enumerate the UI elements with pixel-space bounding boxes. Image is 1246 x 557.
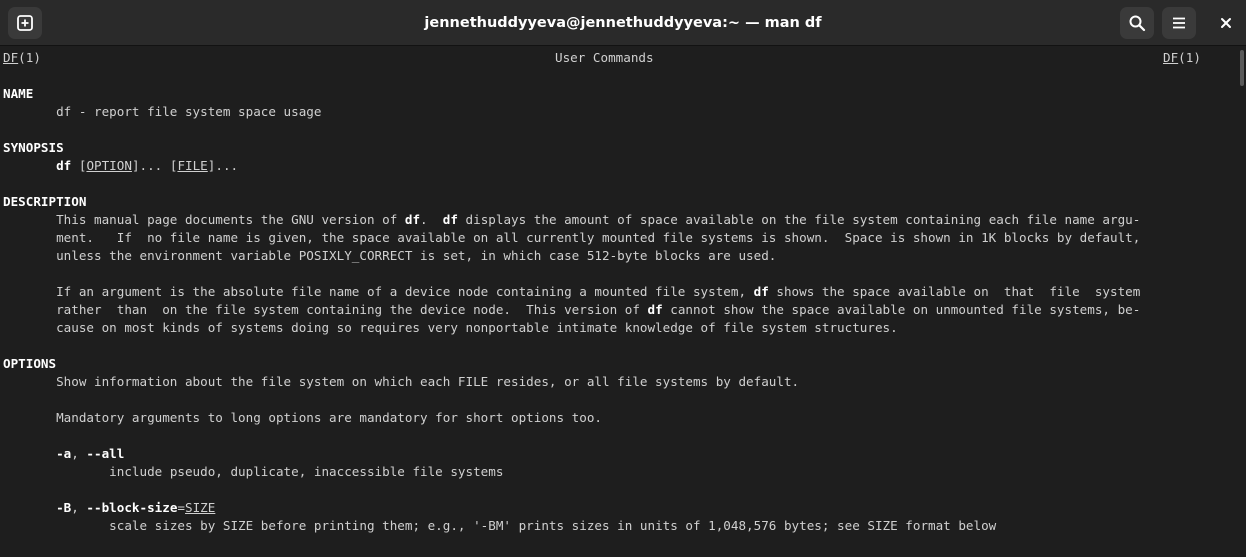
hamburger-menu-icon <box>1173 17 1185 29</box>
option-all-long: --all <box>86 446 125 461</box>
option-block-size-line: -B, --block-size=SIZE <box>3 499 1236 517</box>
option-all-short: -a <box>56 446 72 461</box>
description-command: df <box>753 284 769 299</box>
description-text: If an argument is the absolute file name… <box>56 284 754 299</box>
option-block-size-description: scale sizes by SIZE before printing them… <box>109 518 997 533</box>
description-text: . <box>420 212 443 227</box>
description-text: rather than on the file system containin… <box>56 302 648 317</box>
man-header-left-name: DF <box>3 50 19 65</box>
man-header-left-section: (1) <box>18 50 41 65</box>
description-line: If an argument is the absolute file name… <box>3 283 1236 301</box>
synopsis-option: OPTION <box>86 158 132 173</box>
options-mandatory-text: Mandatory arguments to long options are … <box>56 410 602 425</box>
description-text: shows the space available on that file s… <box>768 284 1141 299</box>
description-line: cause on most kinds of systems doing so … <box>3 319 1236 337</box>
section-heading-synopsis: SYNOPSIS <box>3 139 1236 157</box>
description-text: cannot show the space available on unmou… <box>662 302 1141 317</box>
man-header-line: DF(1) User Commands DF(1) <box>3 49 1236 67</box>
header-bar: jennethuddyyeva@jennethuddyyeva:~ — man … <box>0 0 1246 46</box>
man-header-center: User Commands <box>555 50 654 65</box>
name-line: df - report file system space usage <box>3 103 1236 121</box>
menu-button[interactable] <box>1162 7 1196 39</box>
option-all-line: -a, --all <box>3 445 1236 463</box>
description-text: cause on most kinds of systems doing so … <box>56 320 898 335</box>
options-intro-line: Show information about the file system o… <box>3 373 1236 391</box>
name-text: df - report file system space usage <box>56 104 322 119</box>
option-separator: , <box>71 500 87 515</box>
synopsis-bracket-close: ]... [ <box>131 158 178 173</box>
man-header-right: DF(1) <box>1163 49 1201 67</box>
name-heading: NAME <box>3 86 34 101</box>
man-header-right-section: (1) <box>1178 50 1201 65</box>
search-icon <box>1129 15 1146 32</box>
description-text: unless the environment variable POSIXLY_… <box>56 248 777 263</box>
section-heading-description: DESCRIPTION <box>3 193 1236 211</box>
man-header-right-name: DF <box>1163 50 1179 65</box>
scrollbar[interactable] <box>1236 46 1246 557</box>
close-button[interactable] <box>1212 7 1240 39</box>
scrollbar-thumb[interactable] <box>1240 50 1244 86</box>
description-command: df <box>404 212 421 227</box>
description-line: unless the environment variable POSIXLY_… <box>3 247 1236 265</box>
search-button[interactable] <box>1120 7 1154 39</box>
option-block-size-short: -B <box>56 500 72 515</box>
options-intro-text: Show information about the file system o… <box>56 374 800 389</box>
option-block-size-long: --block-size <box>86 500 178 515</box>
synopsis-line: df [OPTION]... [FILE]... <box>3 157 1236 175</box>
description-text: displays the amount of space available o… <box>457 212 1141 227</box>
terminal-content[interactable]: DF(1) User Commands DF(1) NAME df - report … <box>0 46 1236 557</box>
options-heading: OPTIONS <box>3 356 57 371</box>
terminal-window: jennethuddyyeva@jennethuddyyeva:~ — man … <box>0 0 1246 557</box>
option-block-size-arg: SIZE <box>185 500 216 515</box>
man-page: DF(1) User Commands DF(1) NAME df - report … <box>0 46 1236 535</box>
section-heading-options: OPTIONS <box>3 355 1236 373</box>
options-mandatory-line: Mandatory arguments to long options are … <box>3 409 1236 427</box>
description-line: ment. If no file name is given, the spac… <box>3 229 1236 247</box>
section-heading-name: NAME <box>3 85 1236 103</box>
description-line: rather than on the file system containin… <box>3 301 1236 319</box>
description-line: This manual page documents the GNU versi… <box>3 211 1236 229</box>
description-command: df <box>647 302 663 317</box>
close-icon <box>1221 18 1231 28</box>
synopsis-command: df <box>56 158 72 173</box>
window-title: jennethuddyyeva@jennethuddyyeva:~ — man … <box>424 15 822 31</box>
option-equals: = <box>177 500 186 515</box>
synopsis-ellipsis: ]... <box>207 158 239 173</box>
synopsis-file: FILE <box>177 158 208 173</box>
option-block-size-desc-line: scale sizes by SIZE before printing them… <box>3 517 1236 535</box>
option-all-desc-line: include pseudo, duplicate, inaccessible … <box>3 463 1236 481</box>
description-text: ment. If no file name is given, the spac… <box>56 230 1141 245</box>
description-command: df <box>442 212 458 227</box>
description-text: This manual page documents the GNU versi… <box>56 212 405 227</box>
option-separator: , <box>71 446 87 461</box>
option-all-description: include pseudo, duplicate, inaccessible … <box>109 464 504 479</box>
description-heading: DESCRIPTION <box>3 194 87 209</box>
synopsis-heading: SYNOPSIS <box>3 140 64 155</box>
